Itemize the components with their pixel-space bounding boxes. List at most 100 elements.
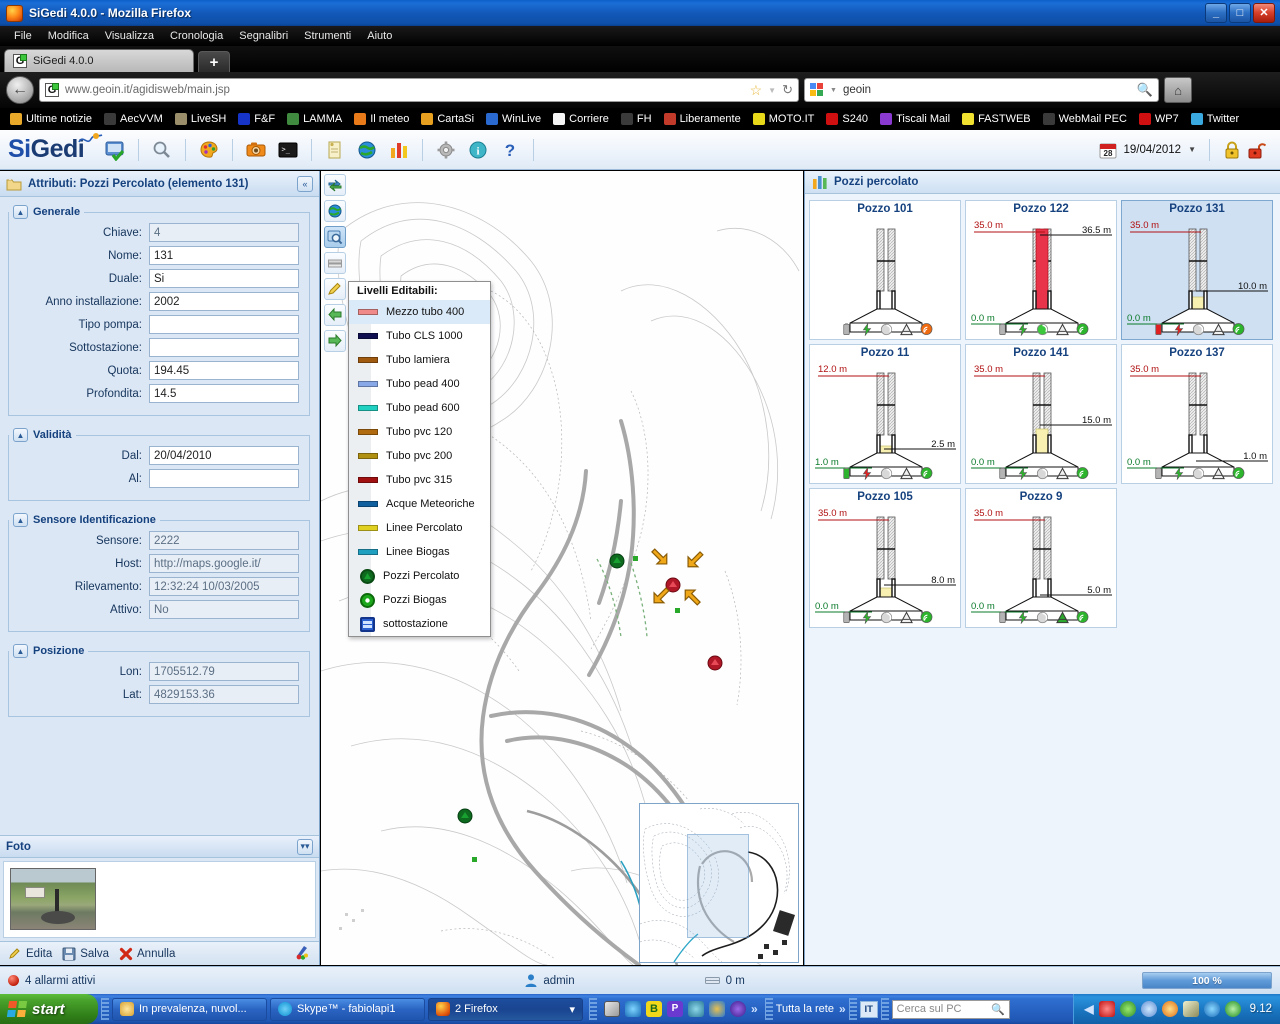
layer-menu-item[interactable]: Acque Meteoriche — [349, 492, 490, 516]
taskbar-grip[interactable] — [101, 998, 109, 1020]
toolbar-chart-button[interactable] — [384, 135, 414, 165]
back-button[interactable]: ← — [6, 76, 34, 104]
well-status-bolt-icon[interactable] — [1172, 467, 1185, 480]
layer-menu-item[interactable]: Tubo lamiera — [349, 348, 490, 372]
menu-visualizza[interactable]: Visualizza — [97, 28, 162, 44]
layer-menu-item[interactable]: Tubo pvc 120 — [349, 420, 490, 444]
overview-minimap[interactable] — [639, 803, 799, 963]
well-status-battery-icon[interactable] — [996, 611, 1009, 624]
salva-button[interactable]: Salva — [62, 947, 109, 961]
well-status-fan-icon[interactable] — [880, 611, 893, 624]
well-status-cone-icon[interactable] — [900, 611, 913, 624]
well-status-bolt-icon[interactable] — [1016, 323, 1029, 336]
toolbar-notes-button[interactable] — [320, 135, 350, 165]
menu-cronologia[interactable]: Cronologia — [162, 28, 231, 44]
lock-open-icon[interactable] — [1248, 140, 1266, 160]
b-app-icon[interactable]: B — [646, 1001, 662, 1017]
bookmark-item[interactable]: F&F — [232, 113, 281, 125]
editable-layers-menu[interactable]: Livelli Editabili: Mezzo tubo 400Tubo CL… — [348, 281, 491, 637]
bookmark-star-icon[interactable]: ☆ — [750, 82, 763, 99]
collapse-panel-button[interactable]: « — [297, 176, 313, 192]
bookmark-item[interactable]: LiveSH — [169, 113, 232, 125]
map-tool-edit[interactable] — [324, 278, 346, 300]
reload-icon[interactable]: ↻ — [782, 82, 793, 98]
tray-power-icon[interactable] — [1225, 1001, 1241, 1017]
bookmark-item[interactable]: WebMail PEC — [1037, 113, 1133, 125]
bookmark-item[interactable]: Corriere — [547, 113, 615, 125]
layer-menu-item[interactable]: Tubo pvc 200 — [349, 444, 490, 468]
bookmark-item[interactable]: FASTWEB — [956, 113, 1037, 125]
taskbar-grip[interactable] — [849, 998, 857, 1020]
emule-icon[interactable] — [604, 1001, 620, 1017]
media-icon[interactable] — [730, 1001, 746, 1017]
menu-segnalibri[interactable]: Segnalibri — [231, 28, 296, 44]
bookmark-item[interactable]: Tiscali Mail — [874, 113, 956, 125]
quick-launch-chevron-icon[interactable]: » — [751, 1002, 758, 1016]
well-status-battery-icon[interactable] — [996, 467, 1009, 480]
attribute-input[interactable] — [149, 292, 299, 311]
well-card[interactable]: Pozzo 12235.0 m0.0 m36.5 m — [965, 200, 1117, 340]
well-status-cone-icon[interactable] — [900, 323, 913, 336]
alarms-status[interactable]: 4 allarmi attivi — [8, 975, 95, 987]
bookmark-item[interactable]: MOTO.IT — [747, 113, 821, 125]
close-button[interactable]: ✕ — [1253, 3, 1275, 23]
bookmark-item[interactable]: LAMMA — [281, 113, 348, 125]
desktop-search-input[interactable]: Cerca sul PC 🔍 — [892, 1000, 1010, 1019]
well-status-battery-icon[interactable] — [996, 323, 1009, 336]
attribute-input[interactable] — [149, 446, 299, 465]
date-chevron-down-icon[interactable]: ▼ — [1188, 145, 1196, 154]
tray-notepad-icon[interactable] — [1183, 1001, 1199, 1017]
well-status-cone-icon[interactable] — [1056, 467, 1069, 480]
toolbar-search-button[interactable] — [147, 135, 177, 165]
toolbar-globe-button[interactable] — [352, 135, 382, 165]
map-tool-layers[interactable] — [324, 252, 346, 274]
taskbar-group-chevron-icon[interactable]: ▾ — [569, 1003, 575, 1016]
menu-aiuto[interactable]: Aiuto — [359, 28, 400, 44]
tray-expand-chevron-icon[interactable]: ◀ — [1084, 1002, 1093, 1016]
well-photo-thumbnail[interactable] — [10, 868, 96, 930]
bookmark-item[interactable]: Ultime notizie — [4, 113, 98, 125]
toolbar-help-button[interactable]: ? — [495, 135, 525, 165]
well-status-cone-icon[interactable] — [1056, 611, 1069, 624]
edita-button[interactable]: Edita — [8, 947, 52, 961]
lock-closed-icon[interactable] — [1223, 140, 1241, 160]
layer-menu-item[interactable]: Mezzo tubo 400 — [349, 300, 490, 324]
layer-menu-item[interactable]: Tubo CLS 1000 — [349, 324, 490, 348]
map-tool-back[interactable] — [324, 304, 346, 326]
attribute-input[interactable] — [149, 269, 299, 288]
well-card[interactable]: Pozzo 13735.0 m0.0 m1.0 m — [1121, 344, 1273, 484]
attribute-input[interactable] — [149, 338, 299, 357]
taskbar-item[interactable]: In prevalenza, nuvol... — [112, 998, 267, 1021]
toolbar-map-layer-button[interactable] — [100, 135, 130, 165]
well-status-cone-icon[interactable] — [1212, 323, 1225, 336]
bookmark-item[interactable]: S240 — [820, 113, 874, 125]
search-engine-chevron-icon[interactable]: ▼ — [830, 87, 837, 94]
toolbar-console-button[interactable]: >_ — [273, 135, 303, 165]
map-tool-forward[interactable] — [324, 330, 346, 352]
well-status-signal-icon[interactable] — [1076, 323, 1089, 336]
color-palette-button[interactable] — [294, 944, 311, 963]
minimize-button[interactable]: _ — [1205, 3, 1227, 23]
well-status-fan-icon[interactable] — [880, 467, 893, 480]
tray-antivirus-icon[interactable] — [1120, 1001, 1136, 1017]
desktop-search-icon[interactable]: 🔍 — [991, 1003, 1005, 1016]
home-button[interactable]: ⌂ — [1164, 77, 1192, 103]
well-status-cone-icon[interactable] — [1056, 323, 1069, 336]
attribute-input[interactable] — [149, 469, 299, 488]
layer-menu-item[interactable]: Tubo pead 400 — [349, 372, 490, 396]
well-card[interactable]: Pozzo 1112.0 m1.0 m2.5 m — [809, 344, 961, 484]
group-collapse-icon[interactable]: ▲ — [13, 644, 28, 658]
taskbar-item[interactable]: 2 Firefox▾ — [428, 998, 583, 1021]
chevron-down-icon[interactable]: ▼ — [768, 86, 776, 95]
zoom-level-indicator[interactable]: 100 % — [1142, 972, 1272, 989]
toolbar-camera-button[interactable] — [241, 135, 271, 165]
taskbar-grip[interactable] — [765, 998, 773, 1020]
well-status-signal-icon[interactable] — [1076, 467, 1089, 480]
taskbar-grip[interactable] — [589, 998, 597, 1020]
system-clock[interactable]: 9.12 — [1250, 1003, 1272, 1015]
new-tab-button[interactable]: + — [198, 51, 230, 72]
well-status-bolt-icon[interactable] — [1016, 611, 1029, 624]
layer-menu-item[interactable]: Linee Percolato — [349, 516, 490, 540]
well-status-signal-icon[interactable] — [920, 467, 933, 480]
tray-acrobat-icon[interactable] — [1099, 1001, 1115, 1017]
